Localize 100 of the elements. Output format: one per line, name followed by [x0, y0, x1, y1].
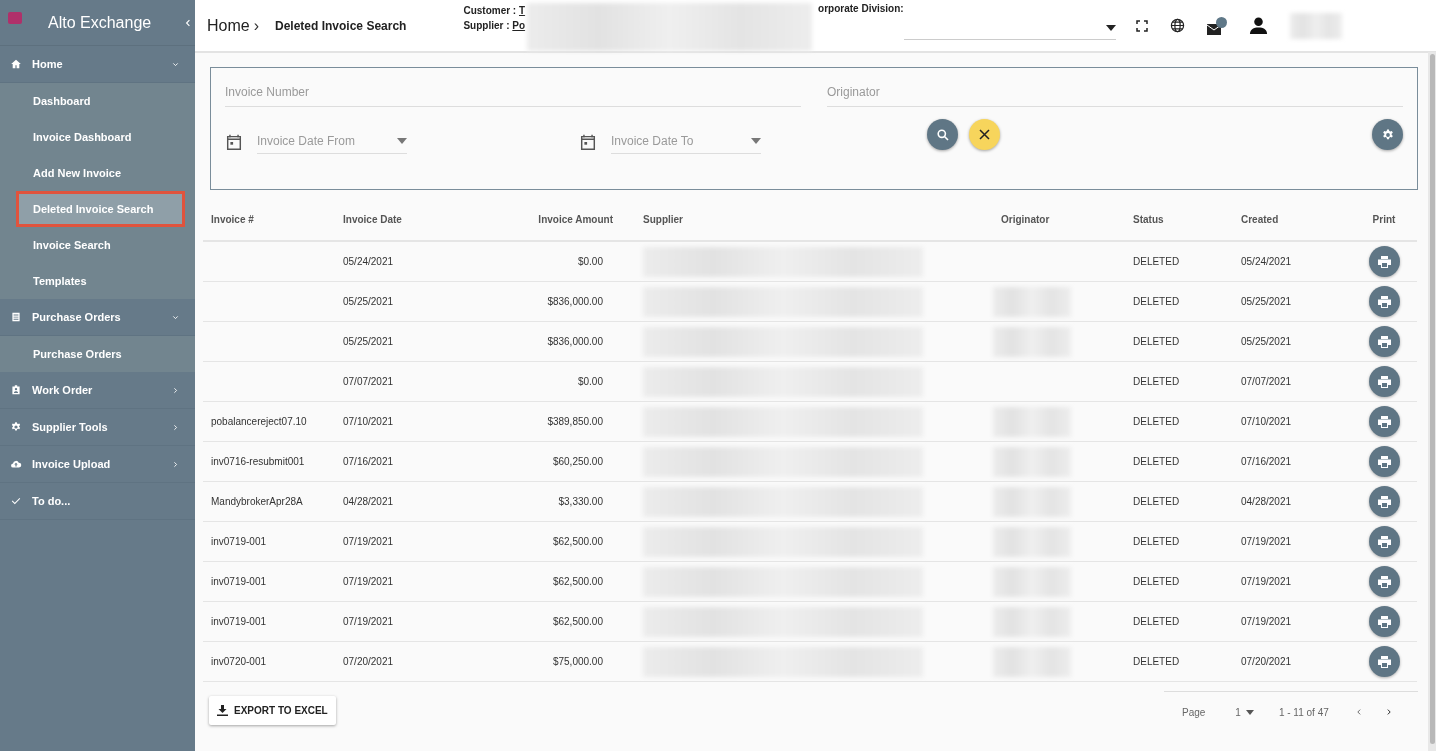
settings-button[interactable] — [1372, 119, 1403, 150]
table-cell: 05/25/2021 — [343, 296, 394, 307]
division-label: orporate Division: — [818, 2, 904, 14]
nav-section[interactable]: Supplier Tools — [0, 409, 195, 446]
print-button[interactable] — [1368, 646, 1400, 677]
table-cell: 04/28/2021 — [343, 496, 394, 507]
nav-item[interactable]: Purchase Orders — [0, 336, 195, 372]
table-cell: 05/24/2021 — [1241, 256, 1292, 267]
calendar-icon — [579, 132, 597, 151]
globe-icon[interactable] — [1169, 18, 1185, 33]
table-cell: 07/10/2021 — [1241, 416, 1292, 427]
table-cell: $62,500.00 — [552, 536, 603, 547]
table-cell: DELETED — [1133, 656, 1180, 667]
supplier-link[interactable]: Po — [512, 20, 526, 31]
fullscreen-icon[interactable] — [1135, 19, 1148, 32]
download-icon — [217, 705, 228, 716]
table-cell: 05/25/2021 — [1241, 296, 1292, 307]
print-button[interactable] — [1368, 366, 1400, 397]
table-cell: 07/20/2021 — [343, 656, 394, 667]
table-cell: inv0720-001 — [211, 656, 267, 667]
app-title: Alto Exchange — [48, 13, 153, 32]
settings-icon — [1380, 127, 1395, 142]
printer-icon — [1377, 615, 1391, 628]
print-button[interactable] — [1368, 286, 1400, 317]
printer-icon — [1377, 375, 1391, 388]
date-dropdown[interactable]: Invoice Date To — [611, 129, 761, 154]
nav-item[interactable]: Templates — [0, 263, 195, 299]
printer-icon — [1377, 455, 1391, 468]
column-header: Status — [1133, 213, 1164, 225]
table-cell: 07/19/2021 — [1241, 576, 1292, 587]
page-select[interactable]: 1 — [1235, 706, 1254, 718]
mail-icon[interactable] — [1206, 16, 1227, 35]
table-cell: DELETED — [1133, 416, 1180, 427]
input-field[interactable]: Invoice Number — [225, 78, 801, 107]
table-cell: DELETED — [1133, 296, 1180, 307]
table-cell: $60,250.00 — [552, 456, 603, 467]
table-cell: $62,500.00 — [552, 576, 603, 587]
column-header: Print — [1372, 213, 1396, 225]
printer-icon — [1377, 415, 1391, 428]
caret-icon — [751, 138, 761, 144]
table-cell: 07/10/2021 — [343, 416, 394, 427]
table-cell: DELETED — [1133, 456, 1180, 467]
nav-item[interactable]: Add New Invoice — [0, 155, 195, 191]
table-cell: $0.00 — [577, 256, 603, 267]
table-cell: inv0716-resubmit001 — [211, 456, 305, 467]
column-header: Supplier — [643, 213, 683, 225]
page-label: Page — [1182, 706, 1206, 718]
table-cell: 07/19/2021 — [1241, 616, 1292, 627]
export-button[interactable]: EXPORT TO EXCEL — [209, 696, 336, 725]
id-badge-icon — [10, 384, 22, 396]
table-cell: 07/07/2021 — [1241, 376, 1292, 387]
table-cell: $836,000.00 — [547, 336, 603, 347]
column-header: Created — [1241, 213, 1279, 225]
print-button[interactable] — [1368, 606, 1400, 637]
clear-button[interactable] — [969, 119, 1000, 150]
print-button[interactable] — [1368, 486, 1400, 517]
table-cell: 07/07/2021 — [343, 376, 394, 387]
checkmark-icon — [10, 495, 22, 507]
table-cell: 07/20/2021 — [1241, 656, 1292, 667]
page-range: 1 - 11 of 47 — [1278, 706, 1329, 718]
document-icon — [10, 311, 22, 323]
table-cell: 05/24/2021 — [343, 256, 394, 267]
print-button[interactable] — [1368, 446, 1400, 477]
print-button[interactable] — [1368, 246, 1400, 277]
supplier-label: Supplier : — [463, 20, 510, 31]
table-cell: 07/19/2021 — [343, 616, 394, 627]
scrollbar[interactable] — [1428, 52, 1436, 751]
nav-item[interactable]: Deleted Invoice Search — [16, 191, 185, 227]
customer-label: Customer : — [463, 5, 517, 16]
cloud-upload-icon — [10, 458, 22, 470]
print-button[interactable] — [1368, 566, 1400, 597]
table-cell: DELETED — [1133, 336, 1180, 347]
table-cell: DELETED — [1133, 496, 1180, 507]
search-icon — [936, 128, 949, 141]
date-dropdown[interactable]: Invoice Date From — [257, 129, 407, 154]
input-field[interactable]: Originator — [827, 78, 1403, 107]
nav-section[interactable]: Invoice Upload — [0, 446, 195, 483]
print-button[interactable] — [1368, 526, 1400, 557]
search-button[interactable] — [927, 119, 958, 150]
customer-link[interactable]: T — [519, 5, 526, 16]
table-cell: 07/19/2021 — [343, 576, 394, 587]
nav-item[interactable]: Invoice Dashboard — [0, 119, 195, 155]
page-title: Deleted Invoice Search — [275, 18, 407, 33]
breadcrumb-link[interactable]: Home — [207, 16, 250, 35]
print-button[interactable] — [1368, 406, 1400, 437]
print-button[interactable] — [1368, 326, 1400, 357]
table-cell: $0.00 — [577, 376, 603, 387]
printer-icon — [1377, 575, 1391, 588]
redacted-area — [1289, 12, 1342, 39]
nav-section[interactable]: Work Order — [0, 372, 195, 409]
table-cell: DELETED — [1133, 576, 1180, 587]
nav-item[interactable]: Invoice Search — [0, 227, 195, 263]
column-header: Invoice Amount — [538, 213, 613, 225]
column-header: Invoice # — [211, 213, 254, 225]
nav-section[interactable]: To do... — [0, 483, 195, 520]
table-cell: $836,000.00 — [547, 296, 603, 307]
user-icon[interactable] — [1248, 16, 1268, 35]
close-icon — [979, 129, 990, 140]
printer-icon — [1377, 495, 1391, 508]
nav-item[interactable]: Dashboard — [0, 83, 195, 119]
